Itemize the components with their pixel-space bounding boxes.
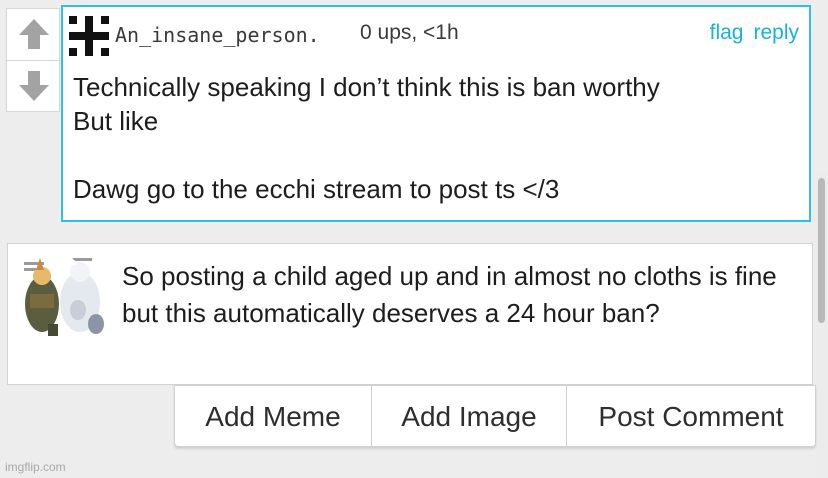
- vote-divider: [7, 60, 59, 61]
- flag-link[interactable]: flag: [710, 21, 744, 44]
- user-avatar[interactable]: [69, 16, 109, 56]
- comment-button-row: Add Meme Add Image Post Comment: [174, 385, 816, 447]
- add-meme-button[interactable]: Add Meme: [175, 386, 371, 446]
- comment-actions: flag reply: [710, 21, 809, 45]
- comment-input[interactable]: So posting a child aged up and in almost…: [122, 258, 792, 332]
- vote-box: [6, 8, 60, 112]
- upvote-arrow-icon[interactable]: [17, 17, 51, 51]
- reply-link[interactable]: reply: [753, 21, 799, 44]
- attached-image-thumbnail[interactable]: [18, 252, 110, 340]
- comment-compose-box[interactable]: So posting a child aged up and in almost…: [7, 243, 813, 385]
- comment-meta: 0 ups, <1h: [360, 21, 459, 44]
- page: An_insane_person. 0 ups, <1h flag reply T…: [0, 0, 828, 478]
- add-image-button[interactable]: Add Image: [372, 386, 566, 446]
- comment-text: Technically speaking I don’t think this …: [73, 72, 660, 204]
- comment-username[interactable]: An_insane_person.: [115, 23, 320, 47]
- comment: An_insane_person. 0 ups, <1h flag reply T…: [61, 5, 811, 222]
- scrollbar-thumb[interactable]: [818, 178, 825, 323]
- watermark: imgflip.com: [5, 460, 66, 474]
- downvote-arrow-icon[interactable]: [17, 69, 51, 103]
- post-comment-button[interactable]: Post Comment: [567, 386, 815, 446]
